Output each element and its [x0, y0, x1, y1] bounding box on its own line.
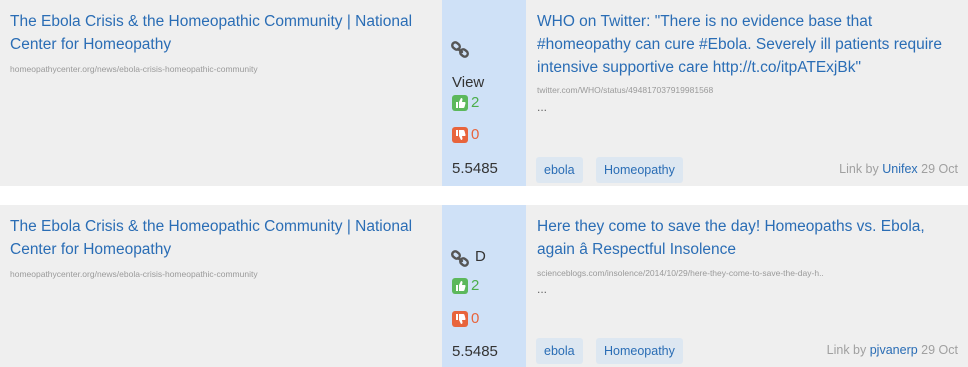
link-attribution: Link by Unifex 29 Oct: [839, 162, 958, 176]
target-title-link[interactable]: WHO on Twitter: "There is no evidence ba…: [537, 10, 962, 79]
source-url: homeopathycenter.org/news/ebola-crisis-h…: [10, 64, 258, 74]
user-link[interactable]: pjvanerp: [870, 343, 918, 357]
link-by-label: Link by: [839, 162, 879, 176]
upvote-count: 2: [471, 94, 480, 111]
thumbs-down-icon: [452, 311, 468, 327]
source-title-link[interactable]: The Ebola Crisis & the Homeopathic Commu…: [10, 215, 420, 261]
link-score: 5.5485: [452, 160, 498, 177]
view-link[interactable]: View: [452, 74, 484, 91]
source-panel: The Ebola Crisis & the Homeopathic Commu…: [0, 0, 442, 186]
link-by-label: Link by: [826, 343, 867, 357]
thumbs-up-icon: [452, 278, 468, 294]
target-url: scienceblogs.com/insolence/2014/10/29/he…: [537, 268, 824, 278]
link-score: 5.5485: [452, 343, 498, 360]
target-panel: WHO on Twitter: "There is no evidence ba…: [526, 0, 968, 186]
tag-ebola[interactable]: ebola: [536, 338, 583, 364]
excerpt-ellipsis: ...: [537, 282, 548, 296]
source-url: homeopathycenter.org/news/ebola-crisis-h…: [10, 269, 258, 279]
link-row: The Ebola Crisis & the Homeopathic Commu…: [0, 0, 968, 186]
target-panel: Here they come to save the day! Homeopat…: [526, 205, 968, 367]
downvote-count: 0: [471, 126, 480, 143]
source-title-link[interactable]: The Ebola Crisis & the Homeopathic Commu…: [10, 10, 420, 56]
tag-ebola[interactable]: ebola: [536, 157, 583, 183]
downvote-count: 0: [471, 310, 480, 327]
link-panel: D 2 0 5.5485: [442, 205, 526, 367]
excerpt-ellipsis: ...: [537, 100, 548, 114]
link-date: 29 Oct: [921, 343, 958, 357]
source-panel: The Ebola Crisis & the Homeopathic Commu…: [0, 205, 442, 367]
d-link[interactable]: D: [475, 248, 486, 265]
link-date: 29 Oct: [921, 162, 958, 176]
tag-homeopathy[interactable]: Homeopathy: [596, 338, 683, 364]
target-title-link[interactable]: Here they come to save the day! Homeopat…: [537, 215, 962, 261]
upvote-count: 2: [471, 277, 480, 294]
link-panel: View 2 0 5.5485: [442, 0, 526, 186]
link-attribution: Link by pjvanerp 29 Oct: [827, 343, 958, 357]
chain-link-icon[interactable]: [450, 40, 472, 60]
user-link[interactable]: Unifex: [882, 162, 917, 176]
chain-link-icon[interactable]: [450, 249, 472, 269]
link-row: The Ebola Crisis & the Homeopathic Commu…: [0, 205, 968, 367]
tag-homeopathy[interactable]: Homeopathy: [596, 157, 683, 183]
thumbs-down-icon: [452, 127, 468, 143]
target-url: twitter.com/WHO/status/49481703791998156…: [537, 85, 714, 95]
thumbs-up-icon: [452, 95, 468, 111]
